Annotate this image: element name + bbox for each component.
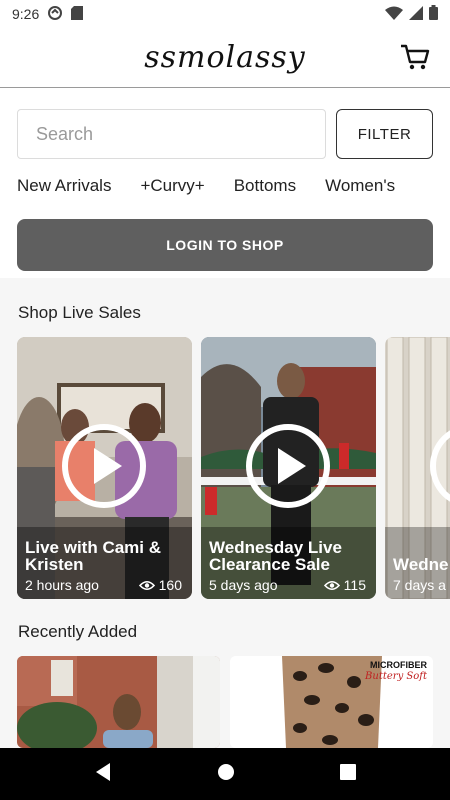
clock: 9:26 [12,6,40,22]
eye-icon [138,580,155,590]
status-bar: 9:26 [0,0,450,28]
sd-card-icon [71,5,84,23]
live-sale-card[interactable]: Wednesday Live Clearance Sale 5 days ago… [201,337,376,599]
category-nav: New Arrivals +Curvy+ Bottoms Women's [17,176,450,202]
home-icon[interactable] [217,763,235,786]
recents-icon[interactable] [340,763,356,785]
filter-button[interactable]: FILTER [336,109,433,159]
back-icon[interactable] [94,762,112,787]
cart-icon[interactable] [400,43,430,71]
eye-icon [323,580,340,590]
live-sale-title: Live with Cami & Kristen [25,538,162,574]
product-badge: MICROFIBER Buttery Soft [365,660,427,682]
live-sale-card[interactable]: Live with Cami & Kristen 2 hours ago 160 [17,337,192,599]
recently-added-heading: Recently Added [18,622,138,641]
live-sale-time: 7 days a [393,577,446,593]
signal-icon [409,5,423,23]
live-sale-meta: 5 days ago 115 [209,577,366,593]
live-sales-heading: Shop Live Sales [18,303,141,322]
product-image [17,656,220,748]
search-input[interactable] [17,109,326,159]
system-nav-bar [0,748,450,800]
play-icon[interactable] [245,423,331,509]
product-card[interactable] [17,656,220,748]
login-to-shop-button[interactable]: LOGIN TO SHOP [17,219,433,271]
category-womens[interactable]: Women's [325,176,395,202]
views-count: 115 [323,577,366,593]
brand-logo[interactable]: ssmolassy [144,40,306,75]
live-sale-meta: 2 hours ago 160 [25,577,182,593]
live-sale-meta: 7 days a [393,577,450,593]
play-icon[interactable] [429,423,450,509]
app-header: ssmolassy [0,28,450,88]
search-row: FILTER [17,109,433,159]
badge-line-1: MICROFIBER [370,660,427,670]
badge-line-2: Buttery Soft [365,671,427,682]
category-curvy[interactable]: +Curvy+ [140,176,204,202]
play-icon[interactable] [61,423,147,509]
wifi-icon [385,6,403,23]
product-card[interactable]: MICROFIBER Buttery Soft [230,656,433,748]
views-value: 160 [158,577,182,593]
category-bottoms[interactable]: Bottoms [234,176,296,202]
battery-icon [429,5,438,23]
live-sale-title: Wednesday Live Clearance Sale [209,538,342,574]
views-value: 115 [343,577,366,593]
views-count: 160 [138,577,182,593]
category-new-arrivals[interactable]: New Arrivals [17,176,111,202]
live-sale-card[interactable]: Wedne Clearan 7 days a [385,337,450,599]
live-sale-time: 5 days ago [209,577,278,593]
live-sale-title: Wedne Clearan [393,555,450,574]
sync-icon [47,5,63,24]
live-sale-time: 2 hours ago [25,577,99,593]
